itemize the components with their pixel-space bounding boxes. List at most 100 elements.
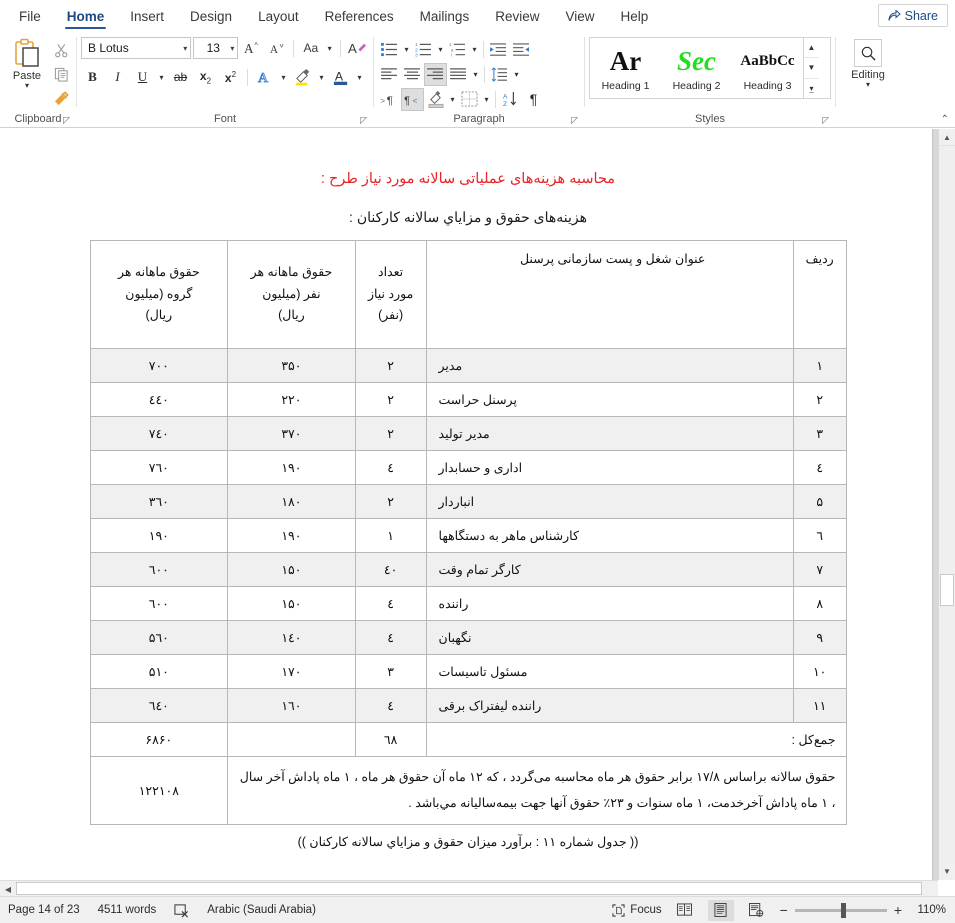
table-row[interactable]: ۱ مدیر ۲ ۳۵۰ ۷۰۰: [89, 348, 847, 383]
tab-insert[interactable]: Insert: [117, 0, 177, 32]
zoom-thumb[interactable]: [840, 902, 846, 918]
underline-icon[interactable]: U: [131, 66, 154, 89]
table-total-row[interactable]: جمع‌کل : ٦۸ ۶۸۶۰: [89, 722, 847, 757]
scroll-down-icon[interactable]: ▼: [939, 863, 955, 880]
chevron-down-icon[interactable]: ▾: [226, 44, 234, 53]
sort-icon[interactable]: AZ: [499, 88, 522, 111]
scroll-up-icon[interactable]: ▲: [939, 129, 955, 146]
document-page[interactable]: محاسبه هزینه‌های عملیاتی سالانه مورد نیا…: [0, 129, 933, 880]
increase-indent-icon[interactable]: [510, 38, 533, 61]
dialog-launcher-icon[interactable]: ◸: [360, 112, 367, 128]
table-row[interactable]: ۹ نگهبان ٤ ۱٤۰ ۵٦۰: [89, 620, 847, 655]
ltr-text-direction-icon[interactable]: > ¶: [378, 88, 401, 111]
dialog-launcher-icon[interactable]: ◸: [63, 112, 70, 128]
scroll-left-icon[interactable]: ◀: [0, 881, 16, 897]
subscript-icon[interactable]: x2: [194, 66, 217, 89]
chevron-down-icon[interactable]: ▾: [470, 70, 481, 79]
justify-icon[interactable]: [447, 63, 470, 86]
chevron-down-icon[interactable]: ▾: [278, 73, 289, 82]
editing-button[interactable]: Editing ▾: [840, 35, 896, 89]
table-row[interactable]: ۱۱ راننده لیفتراک برقی ٤ ۱٦۰ ٦٤۰: [89, 688, 847, 723]
cut-scissors-icon[interactable]: [50, 40, 72, 60]
text-highlight-color-icon[interactable]: [291, 66, 314, 89]
bullets-icon[interactable]: [378, 38, 401, 61]
table-row[interactable]: ٤ اداری و حسابدار ٤ ۱۹۰ ۷٦۰: [89, 450, 847, 485]
tab-review[interactable]: Review: [482, 0, 552, 32]
page-indicator[interactable]: Page 14 of 23: [8, 904, 80, 916]
table-row[interactable]: ۸ راننده ٤ ۱۵۰ ٦۰۰: [89, 586, 847, 621]
strikethrough-icon[interactable]: ab: [169, 66, 192, 89]
table-row[interactable]: ۳ مدیر تولید ۲ ۳۷۰ ۷٤۰: [89, 416, 847, 451]
zoom-in-button[interactable]: +: [894, 902, 902, 918]
font-color-icon[interactable]: A: [329, 66, 352, 89]
multilevel-list-icon[interactable]: 1ai: [446, 38, 469, 61]
zoom-out-button[interactable]: −: [780, 902, 788, 918]
align-right-icon[interactable]: [424, 62, 447, 86]
tab-view[interactable]: View: [552, 0, 607, 32]
word-count[interactable]: 4511 words: [98, 904, 157, 916]
share-button[interactable]: Share: [877, 4, 948, 27]
chevron-down-icon[interactable]: ▾: [481, 95, 492, 104]
hscrollbar-thumb[interactable]: [16, 882, 922, 895]
grow-font-icon[interactable]: A ^: [240, 37, 263, 60]
style-heading-3[interactable]: AaBbCc Heading 3: [732, 38, 803, 98]
chevron-down-icon[interactable]: ▾: [156, 73, 167, 82]
change-case-icon[interactable]: Aa: [299, 37, 322, 60]
clear-formatting-icon[interactable]: A: [346, 37, 369, 60]
shading-icon[interactable]: [424, 88, 447, 111]
font-name-combobox[interactable]: B Lotus ▾: [81, 37, 192, 59]
chevron-down-icon[interactable]: ▾: [866, 81, 870, 89]
dialog-launcher-icon[interactable]: ◸: [571, 112, 578, 128]
styles-more-icon[interactable]: ▾̲: [804, 79, 819, 98]
rtl-text-direction-icon[interactable]: ¶ <: [401, 87, 424, 111]
decrease-indent-icon[interactable]: [487, 38, 510, 61]
shrink-font-icon[interactable]: A ˅: [265, 37, 288, 60]
table-row[interactable]: ۱۰ مسئول تاسیسات ۳ ۱۷۰ ۵۱۰: [89, 654, 847, 689]
horizontal-scrollbar[interactable]: ◀: [0, 880, 938, 896]
scroll-down-icon[interactable]: ▼: [804, 58, 819, 79]
tab-home[interactable]: Home: [54, 0, 118, 32]
bold-icon[interactable]: B: [81, 66, 104, 89]
style-heading-1[interactable]: Ar Heading 1: [590, 38, 661, 98]
show-formatting-marks-icon[interactable]: ¶: [522, 88, 545, 111]
proofing-errors-icon[interactable]: [174, 903, 189, 918]
focus-mode-button[interactable]: Focus: [612, 903, 662, 917]
style-heading-2[interactable]: Sec Heading 2: [661, 38, 732, 98]
numbering-icon[interactable]: 123: [412, 38, 435, 61]
superscript-icon[interactable]: x2: [219, 66, 242, 89]
copy-icon[interactable]: [50, 64, 72, 84]
italic-icon[interactable]: I: [106, 66, 129, 89]
zoom-percent[interactable]: 110%: [912, 904, 946, 916]
font-size-combobox[interactable]: 13 ▾: [193, 37, 239, 59]
styles-gallery-scrollbar[interactable]: ▲ ▼ ▾̲: [803, 38, 819, 98]
tab-mailings[interactable]: Mailings: [407, 0, 483, 32]
table-row[interactable]: ٦ کارشناس ماهر به دستگاهها ۱ ۱۹۰ ۱۹۰: [89, 518, 847, 553]
scrollbar-thumb[interactable]: [940, 574, 954, 606]
collapse-ribbon-icon[interactable]: ⌃: [941, 114, 949, 125]
table-row[interactable]: ۵ انباردار ۲ ۱۸۰ ۳٦۰: [89, 484, 847, 519]
tab-references[interactable]: References: [312, 0, 407, 32]
chevron-down-icon[interactable]: ▾: [316, 73, 327, 82]
scrollbar-track[interactable]: [939, 146, 955, 863]
paste-button[interactable]: Paste ▾: [4, 37, 50, 108]
chevron-down-icon[interactable]: ▾: [469, 45, 480, 54]
table-row[interactable]: ۲ پرسنل حراست ۲ ۲۲۰ ٤٤۰: [89, 382, 847, 417]
chevron-down-icon[interactable]: ▾: [354, 73, 365, 82]
zoom-track[interactable]: [794, 902, 887, 918]
vertical-scrollbar[interactable]: ▲ ▼: [938, 129, 955, 880]
tab-design[interactable]: Design: [177, 0, 245, 32]
chevron-down-icon[interactable]: ▾: [447, 95, 458, 104]
chevron-down-icon[interactable]: ▾: [179, 44, 187, 53]
styles-gallery[interactable]: Ar Heading 1 Sec Heading 2 AaBbCc Headin…: [589, 37, 831, 99]
table-note-row[interactable]: حقوق سالانه براساس ۱۷/۸ برابر حقوق هر ما…: [89, 755, 847, 826]
chevron-down-icon[interactable]: ▾: [324, 44, 335, 53]
chevron-down-icon[interactable]: ▾: [401, 45, 412, 54]
zoom-slider[interactable]: − +: [780, 902, 902, 918]
tab-file[interactable]: File: [6, 0, 54, 32]
table-row[interactable]: ۷ کارگر تمام وقت ٤۰ ۱۵۰ ٦۰۰: [89, 552, 847, 587]
format-painter-icon[interactable]: [50, 88, 72, 108]
document-canvas[interactable]: محاسبه هزینه‌های عملیاتی سالانه مورد نیا…: [0, 129, 955, 880]
chevron-down-icon[interactable]: ▾: [25, 82, 29, 90]
scroll-up-icon[interactable]: ▲: [804, 38, 819, 59]
align-left-icon[interactable]: [378, 63, 401, 86]
